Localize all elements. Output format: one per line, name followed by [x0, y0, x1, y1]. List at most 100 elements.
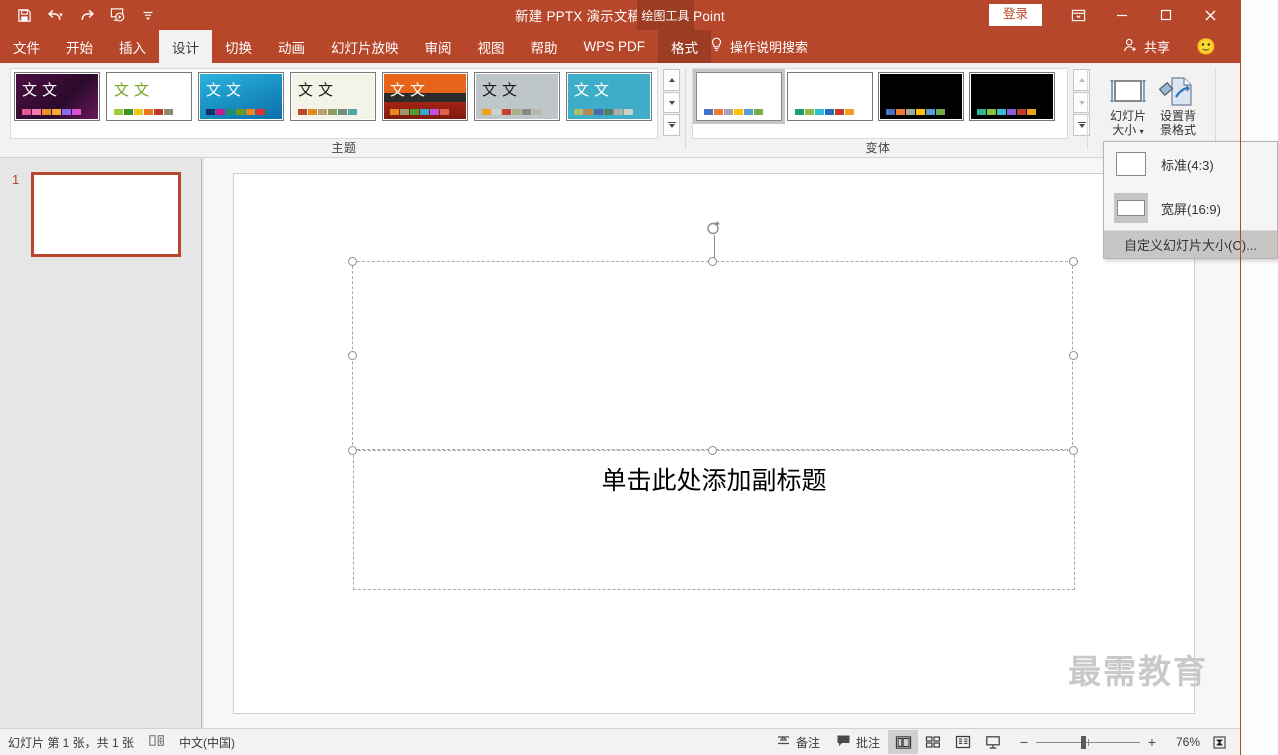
variant-3[interactable] — [878, 72, 964, 121]
maximize-button[interactable] — [1144, 0, 1188, 30]
undo-dropdown-caret[interactable]: ▾ — [59, 12, 63, 19]
theme-gray-plain[interactable]: 文文 — [474, 72, 560, 121]
variant-preview — [789, 74, 871, 119]
format-background-label-line2: 景格式 — [1159, 123, 1196, 137]
zoom-out-button[interactable]: − — [1016, 734, 1032, 750]
theme-preview: 文文 — [476, 74, 558, 119]
themes-scroll-down-button[interactable] — [663, 91, 680, 114]
comments-label: 批注 — [855, 735, 880, 750]
color-swatch — [574, 109, 583, 115]
color-swatch — [114, 109, 123, 115]
slide-size-dropdown-menu: 标准(4:3) 宽屏(16:9) 自定义幻灯片大小(C)... — [1103, 141, 1278, 259]
variant-1[interactable] — [693, 69, 785, 124]
theme-green-leaf[interactable]: 文文 — [106, 72, 192, 121]
color-swatch — [72, 109, 81, 115]
format-background-button[interactable]: 设置背 景格式 — [1154, 68, 1202, 140]
tab-design[interactable]: 设计 — [159, 30, 212, 63]
tab-home[interactable]: 开始 — [53, 30, 106, 63]
slide-size-label: 幻灯片 大小 ▾ — [1110, 109, 1146, 139]
resize-handle-top-right[interactable] — [1069, 257, 1078, 266]
share-button[interactable]: 共享 — [1123, 30, 1170, 63]
theme-blue-gradient[interactable]: 文文 — [198, 72, 284, 121]
tab-slideshow[interactable]: 幻灯片放映 — [318, 30, 412, 63]
theme-facet-purple[interactable]: 文文 — [14, 72, 100, 121]
fit-to-window-button[interactable] — [1204, 730, 1234, 754]
color-swatch — [624, 109, 633, 115]
view-normal-button[interactable] — [888, 730, 918, 754]
view-slide-sorter-button[interactable] — [918, 730, 948, 754]
ribbon-display-options-button[interactable] — [1056, 0, 1100, 30]
tab-format[interactable]: 格式 — [658, 30, 712, 63]
resize-handle-bottom-center[interactable] — [708, 446, 717, 455]
theme-cream-wood[interactable]: 文文 — [290, 72, 376, 121]
zoom-slider-thumb[interactable] — [1081, 735, 1086, 749]
chevron-up-icon — [1078, 77, 1085, 82]
menu-item-custom-slide-size[interactable]: 自定义幻灯片大小(C)... — [1104, 230, 1277, 258]
status-bar-left: 幻灯片 第 1 张，共 1 张 中文(中国) — [0, 733, 235, 751]
tell-me-label: 操作说明搜索 — [730, 40, 809, 55]
tab-help[interactable]: 帮助 — [518, 30, 571, 63]
color-swatch — [32, 109, 41, 115]
tab-wps-pdf[interactable]: WPS PDF — [571, 30, 659, 63]
color-swatch — [744, 109, 753, 115]
theme-preview-text: 文文 — [206, 83, 247, 99]
themes-scroll-up-button[interactable] — [663, 69, 680, 91]
resize-handle-top-center[interactable] — [708, 257, 717, 266]
variant-preview — [698, 74, 780, 119]
undo-button[interactable]: ▾ — [45, 4, 65, 26]
color-swatch — [348, 109, 357, 115]
close-button[interactable] — [1188, 0, 1232, 30]
chevron-down-icon[interactable]: ▾ — [1140, 127, 1144, 136]
color-swatch — [482, 109, 491, 115]
resize-handle-bottom-right[interactable] — [1069, 446, 1078, 455]
resize-handle-top-left[interactable] — [348, 257, 357, 266]
feedback-emoji-button[interactable]: 🙂 — [1196, 30, 1216, 63]
language-label[interactable]: 中文(中国) — [179, 734, 235, 751]
minimize-button[interactable] — [1100, 0, 1144, 30]
slide-size-button[interactable]: 幻灯片 大小 ▾ — [1104, 68, 1152, 140]
tab-animations[interactable]: 动画 — [265, 30, 318, 63]
sign-in-button[interactable]: 登录 — [988, 4, 1042, 26]
accessibility-check-icon[interactable] — [148, 733, 165, 751]
color-swatch — [298, 109, 307, 115]
slide-edit-canvas[interactable]: 单击此处添加副标题 最需教育 — [204, 158, 1240, 728]
tab-transitions[interactable]: 切换 — [212, 30, 265, 63]
view-slideshow-button[interactable] — [978, 730, 1008, 754]
tab-view[interactable]: 视图 — [465, 30, 518, 63]
theme-preview: 文文 — [292, 74, 374, 119]
theme-preview-text: 文文 — [482, 83, 523, 99]
resize-handle-bottom-left[interactable] — [348, 446, 357, 455]
zoom-level-label[interactable]: 76% — [1164, 735, 1200, 749]
save-button[interactable] — [14, 4, 34, 26]
variant-2[interactable] — [787, 72, 873, 121]
title-placeholder[interactable] — [352, 261, 1073, 450]
tab-insert[interactable]: 插入 — [106, 30, 159, 63]
zoom-in-button[interactable]: + — [1144, 734, 1160, 750]
zoom-slider[interactable] — [1036, 730, 1140, 754]
comments-button[interactable]: 批注 — [828, 730, 888, 754]
view-reading-button[interactable] — [948, 730, 978, 754]
color-swatch — [22, 109, 31, 115]
theme-teal[interactable]: 文文 — [566, 72, 652, 121]
resize-handle-middle-left[interactable] — [348, 351, 357, 360]
theme-orange-banded[interactable]: 文文 — [382, 72, 468, 121]
tab-file[interactable]: 文件 — [0, 30, 53, 63]
themes-more-button[interactable] — [663, 114, 680, 137]
start-slideshow-button[interactable] — [107, 4, 127, 26]
redo-button[interactable] — [76, 4, 96, 26]
menu-item-widescreen-16-9[interactable]: 宽屏(16:9) — [1104, 186, 1277, 230]
notes-button[interactable]: 备注 — [768, 730, 828, 754]
customize-qat-button[interactable] — [138, 4, 158, 26]
rotate-handle[interactable] — [706, 220, 723, 237]
tell-me-search[interactable]: 操作说明搜索 — [710, 30, 808, 63]
color-swatch — [440, 109, 449, 115]
subtitle-placeholder[interactable]: 单击此处添加副标题 — [353, 450, 1075, 590]
resize-handle-middle-right[interactable] — [1069, 351, 1078, 360]
slide-size-icon — [1107, 73, 1149, 109]
color-swatch — [420, 109, 429, 115]
color-swatch — [987, 109, 996, 115]
slide-thumbnail-1[interactable] — [31, 172, 181, 257]
tab-review[interactable]: 审阅 — [412, 30, 465, 63]
variant-4[interactable] — [969, 72, 1055, 121]
menu-item-standard-4-3[interactable]: 标准(4:3) — [1104, 142, 1277, 186]
